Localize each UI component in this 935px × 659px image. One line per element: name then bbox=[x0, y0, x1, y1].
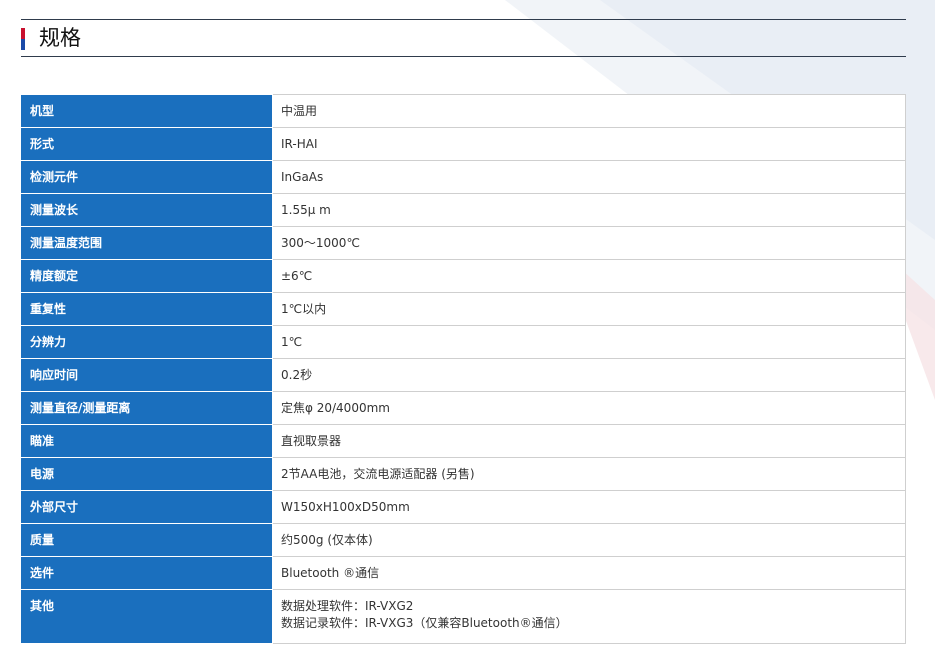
spec-row: 重复性 1℃以内 bbox=[21, 292, 906, 326]
spec-label: 重复性 bbox=[21, 292, 273, 326]
spec-row: 分辨力 1℃ bbox=[21, 325, 906, 359]
spec-label: 瞄准 bbox=[21, 424, 273, 458]
spec-row: 精度额定 ±6℃ bbox=[21, 259, 906, 293]
spec-value-line: 数据处理软件：IR-VXG2 bbox=[281, 599, 414, 613]
spec-label: 分辨力 bbox=[21, 325, 273, 359]
spec-value: 1℃ bbox=[272, 325, 906, 359]
spec-label: 检测元件 bbox=[21, 160, 273, 194]
spec-value: 直视取景器 bbox=[272, 424, 906, 458]
spec-label: 质量 bbox=[21, 523, 273, 557]
spec-row: 质量 约500g (仅本体) bbox=[21, 523, 906, 557]
spec-row: 选件 Bluetooth ®通信 bbox=[21, 556, 906, 590]
spec-row: 测量直径/测量距离 定焦φ 20/4000mm bbox=[21, 391, 906, 425]
spec-label: 机型 bbox=[21, 94, 273, 128]
spec-value: InGaAs bbox=[272, 160, 906, 194]
spec-row: 电源 2节AA电池，交流电源适配器 (另售) bbox=[21, 457, 906, 491]
spec-label: 精度额定 bbox=[21, 259, 273, 293]
page-title: 规格 bbox=[39, 26, 81, 50]
title-accent-bar bbox=[21, 28, 25, 50]
spec-row: 测量温度范围 300～1000℃ bbox=[21, 226, 906, 260]
spec-row: 外部尺寸 W150xH100xD50mm bbox=[21, 490, 906, 524]
spec-row: 检测元件 InGaAs bbox=[21, 160, 906, 194]
spec-value: Bluetooth ®通信 bbox=[272, 556, 906, 590]
spec-row: 形式 IR-HAI bbox=[21, 127, 906, 161]
spec-value: 2节AA电池，交流电源适配器 (另售) bbox=[272, 457, 906, 491]
spec-label: 其他 bbox=[21, 589, 273, 644]
spec-value-line: 数据记录软件：IR-VXG3（仅兼容Bluetooth®通信） bbox=[281, 616, 568, 630]
spec-value: ±6℃ bbox=[272, 259, 906, 293]
spec-value: 定焦φ 20/4000mm bbox=[272, 391, 906, 425]
spec-value: W150xH100xD50mm bbox=[272, 490, 906, 524]
spec-label: 电源 bbox=[21, 457, 273, 491]
spec-label: 外部尺寸 bbox=[21, 490, 273, 524]
spec-value: 1.55μ m bbox=[272, 193, 906, 227]
spec-label: 测量波长 bbox=[21, 193, 273, 227]
spec-value: 300～1000℃ bbox=[272, 226, 906, 260]
section-header: 规格 bbox=[21, 19, 906, 57]
spec-label: 测量直径/测量距离 bbox=[21, 391, 273, 425]
spec-value: 数据处理软件：IR-VXG2 数据记录软件：IR-VXG3（仅兼容Bluetoo… bbox=[272, 589, 906, 644]
spec-row: 机型 中温用 bbox=[21, 94, 906, 128]
spec-value: 0.2秒 bbox=[272, 358, 906, 392]
spec-row: 响应时间 0.2秒 bbox=[21, 358, 906, 392]
spec-table: 机型 中温用 形式 IR-HAI 检测元件 InGaAs 测量波长 1.55μ … bbox=[21, 94, 906, 644]
spec-label: 响应时间 bbox=[21, 358, 273, 392]
spec-row: 其他 数据处理软件：IR-VXG2 数据记录软件：IR-VXG3（仅兼容Blue… bbox=[21, 589, 906, 644]
spec-row: 瞄准 直视取景器 bbox=[21, 424, 906, 458]
spec-label: 形式 bbox=[21, 127, 273, 161]
spec-row: 测量波长 1.55μ m bbox=[21, 193, 906, 227]
spec-label: 测量温度范围 bbox=[21, 226, 273, 260]
spec-value: 1℃以内 bbox=[272, 292, 906, 326]
spec-label: 选件 bbox=[21, 556, 273, 590]
spec-value: 约500g (仅本体) bbox=[272, 523, 906, 557]
spec-value: IR-HAI bbox=[272, 127, 906, 161]
spec-value: 中温用 bbox=[272, 94, 906, 128]
